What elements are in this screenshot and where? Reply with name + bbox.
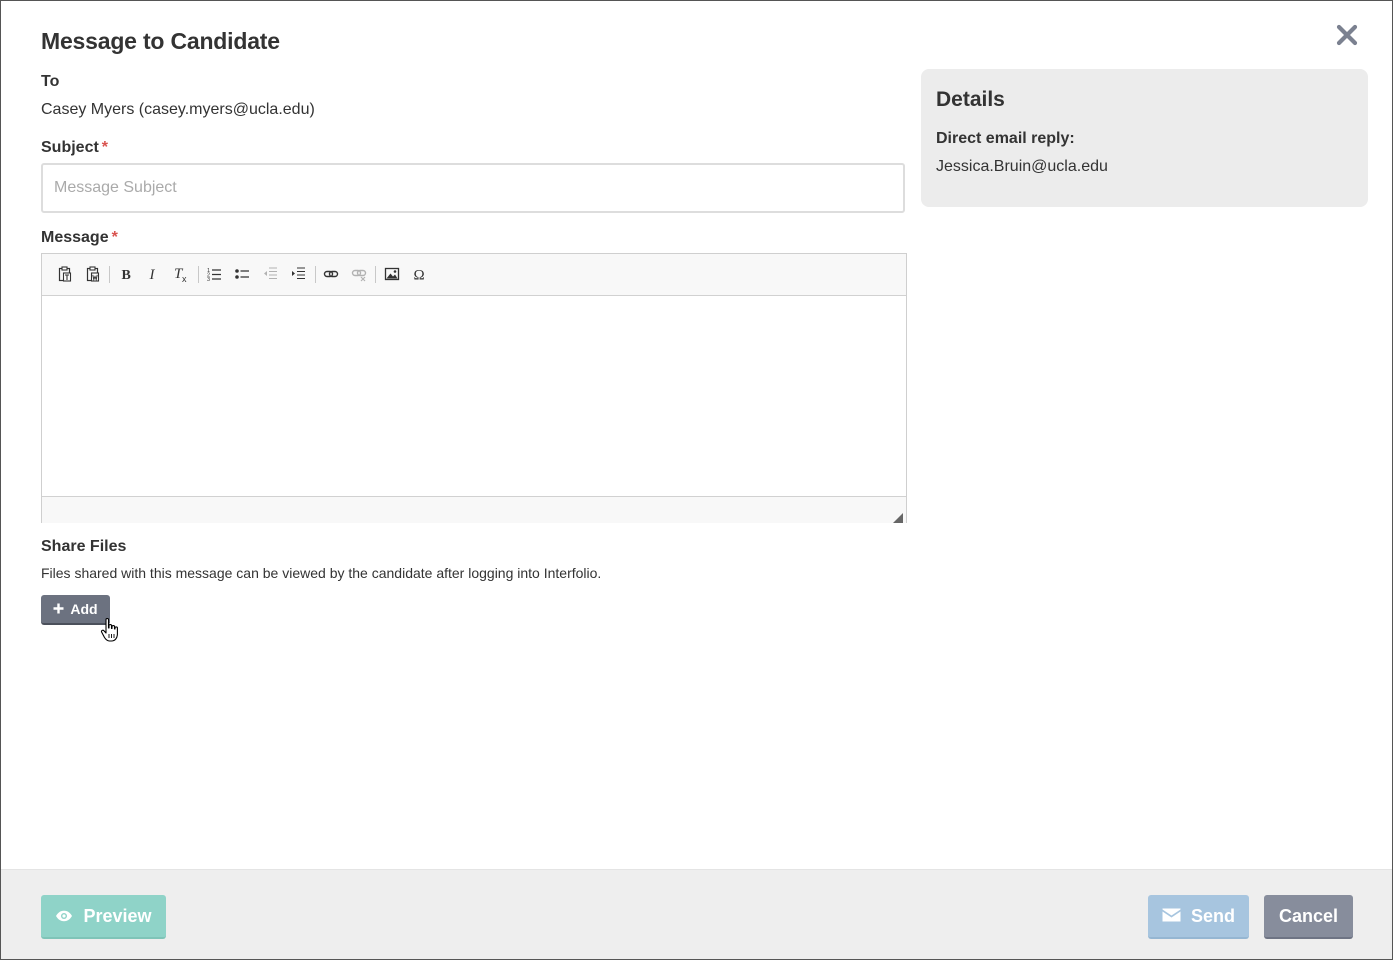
- toolbar-separator: [198, 266, 199, 283]
- svg-text:3: 3: [207, 277, 210, 282]
- dialog-footer: Preview Send Cancel: [1, 869, 1392, 959]
- subject-label: Subject *: [41, 139, 108, 157]
- to-label: To: [41, 73, 60, 90]
- send-button-label: Send: [1190, 905, 1235, 926]
- required-asterisk: *: [111, 229, 118, 246]
- numbered-list-icon[interactable]: 1 2 3: [203, 263, 225, 285]
- bold-icon[interactable]: B: [115, 263, 137, 285]
- special-character-icon[interactable]: Ω: [409, 263, 431, 285]
- svg-text:x: x: [182, 274, 187, 283]
- direct-reply-label: Direct email reply:: [936, 130, 1075, 147]
- link-icon[interactable]: [320, 263, 342, 285]
- preview-button[interactable]: Preview: [41, 895, 166, 939]
- send-button[interactable]: Send: [1148, 895, 1249, 939]
- toolbar-separator: [109, 266, 110, 283]
- paste-text-icon[interactable]: [54, 263, 76, 285]
- svg-text:B: B: [122, 268, 131, 282]
- preview-button-label: Preview: [83, 905, 152, 926]
- eye-icon: [55, 906, 73, 927]
- add-file-button-label: Add: [70, 601, 98, 617]
- indent-icon[interactable]: [287, 263, 309, 285]
- subject-label-text: Subject: [41, 139, 99, 156]
- editor-status-bar: [42, 496, 906, 523]
- message-body-editor[interactable]: [42, 296, 906, 496]
- outdent-icon[interactable]: [259, 263, 281, 285]
- to-recipient: Casey Myers (casey.myers@ucla.edu): [41, 101, 315, 118]
- paste-from-word-icon[interactable]: [82, 263, 104, 285]
- message-editor: B I T x 1 2 3 Ω: [41, 253, 907, 523]
- plus-icon: [53, 601, 64, 617]
- toolbar-separator: [375, 266, 376, 283]
- hand-cursor-icon: [100, 617, 120, 643]
- svg-text:I: I: [149, 267, 156, 282]
- subject-input[interactable]: [41, 163, 905, 213]
- share-files-description: Files shared with this message can be vi…: [41, 565, 602, 581]
- message-label-text: Message: [41, 229, 109, 246]
- close-icon[interactable]: [1335, 23, 1359, 47]
- bulleted-list-icon[interactable]: [231, 263, 253, 285]
- cancel-button-label: Cancel: [1278, 905, 1339, 926]
- toolbar-separator: [315, 266, 316, 283]
- dialog-title: Message to Candidate: [41, 28, 280, 54]
- details-title: Details: [936, 88, 1005, 111]
- details-panel: Details Direct email reply: Jessica.Brui…: [921, 69, 1368, 207]
- italic-icon[interactable]: I: [142, 263, 164, 285]
- message-label: Message *: [41, 229, 118, 247]
- remove-format-icon[interactable]: T x: [170, 263, 192, 285]
- image-icon[interactable]: [381, 263, 403, 285]
- editor-toolbar: B I T x 1 2 3 Ω: [42, 254, 906, 296]
- resize-handle-icon[interactable]: [893, 510, 903, 523]
- unlink-icon[interactable]: [348, 263, 370, 285]
- cancel-button[interactable]: Cancel: [1264, 895, 1353, 939]
- required-asterisk: *: [101, 139, 109, 156]
- direct-reply-email: Jessica.Bruin@ucla.edu: [936, 158, 1108, 175]
- share-files-label: Share Files: [41, 538, 127, 555]
- svg-text:Ω: Ω: [414, 268, 425, 283]
- message-dialog: Message to Candidate To Casey Myers (cas…: [0, 0, 1393, 960]
- envelope-icon: [1162, 906, 1181, 927]
